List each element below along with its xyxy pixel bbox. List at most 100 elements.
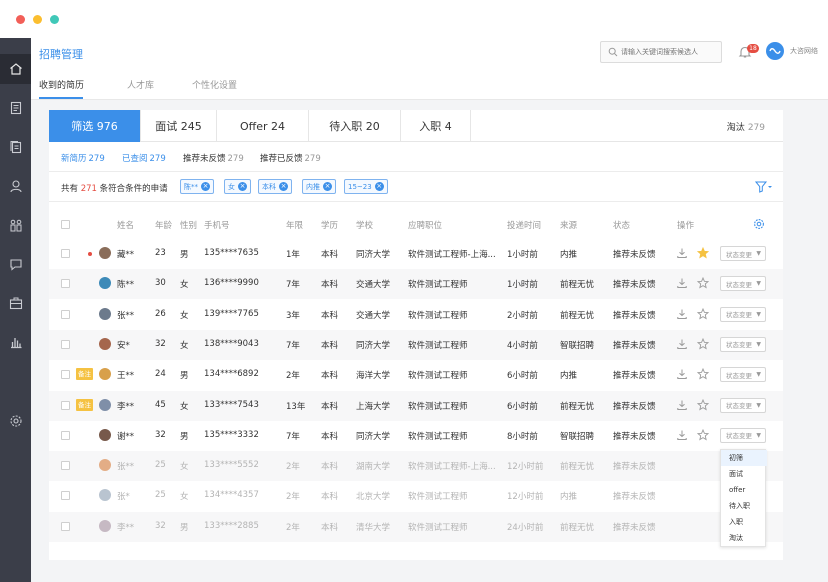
table-row[interactable]: 李** 32 男 133****2885 2年 本科 清华大学 软件测试工程师 24小时前 前程无… bbox=[49, 511, 783, 542]
stage-rejected[interactable]: 淘汰 279 bbox=[727, 120, 765, 133]
search-box[interactable] bbox=[600, 41, 722, 63]
download-icon[interactable] bbox=[676, 247, 688, 259]
close-icon[interactable]: × bbox=[323, 182, 332, 191]
status-option-screening[interactable]: 初筛 bbox=[721, 450, 767, 466]
star-icon[interactable] bbox=[697, 337, 709, 350]
status-option-interview[interactable]: 面试 bbox=[721, 466, 767, 482]
avatar[interactable] bbox=[99, 519, 111, 532]
avatar[interactable] bbox=[99, 398, 111, 411]
col-gender[interactable]: 性别 bbox=[180, 219, 197, 231]
tab-received-resumes[interactable]: 收到的简历 bbox=[39, 78, 84, 91]
filter-new-resumes[interactable]: 新简历 279 bbox=[61, 152, 105, 164]
cell-name[interactable]: 张* bbox=[117, 490, 130, 502]
status-change-button[interactable]: 状态变更 ▼ bbox=[720, 367, 766, 383]
col-age[interactable]: 年龄 bbox=[155, 219, 172, 231]
col-submit-time[interactable]: 投递时间 bbox=[507, 219, 541, 231]
filter-viewed[interactable]: 已查阅 279 bbox=[122, 152, 166, 164]
download-icon[interactable] bbox=[676, 338, 688, 350]
company-logo[interactable] bbox=[766, 42, 784, 60]
avatar[interactable] bbox=[99, 459, 111, 472]
row-checkbox[interactable] bbox=[61, 521, 70, 531]
avatar[interactable] bbox=[99, 489, 111, 502]
sidebar-item-team[interactable] bbox=[0, 210, 31, 240]
download-icon[interactable] bbox=[676, 368, 688, 380]
row-checkbox[interactable] bbox=[61, 309, 70, 319]
download-icon[interactable] bbox=[676, 429, 688, 441]
col-phone[interactable]: 手机号 bbox=[204, 219, 230, 231]
close-icon[interactable]: × bbox=[374, 182, 384, 191]
col-school[interactable]: 学校 bbox=[356, 219, 373, 231]
table-row[interactable]: 陈** 30 女 136****9990 7年 本科 交通大学 软件测试工程师 1小时前 前程无忧… bbox=[49, 269, 783, 300]
sidebar-item-messages[interactable] bbox=[0, 249, 31, 279]
star-icon[interactable] bbox=[697, 307, 709, 320]
stage-screening[interactable]: 筛选 976 bbox=[49, 110, 141, 142]
col-years[interactable]: 年限 bbox=[286, 219, 303, 231]
cell-name[interactable]: 李** bbox=[117, 521, 134, 533]
minimize-window-button[interactable] bbox=[33, 15, 42, 24]
table-row[interactable]: 藏** 23 男 135****7635 1年 本科 同济大学 软件测试工程师-上海... 1小… bbox=[49, 239, 783, 269]
sidebar-item-jobs[interactable] bbox=[0, 288, 31, 318]
sidebar-item-settings[interactable] bbox=[0, 406, 31, 436]
cell-name[interactable]: 陈** bbox=[117, 278, 134, 290]
status-change-button[interactable]: 状态变更 ▼ bbox=[720, 336, 766, 352]
close-icon[interactable]: × bbox=[201, 182, 210, 191]
cell-name[interactable]: 谢** bbox=[117, 430, 134, 442]
table-row[interactable]: 备注 王** 24 男 134****6892 2年 本科 海洋大学 软件测试工程师 6小时前 内推… bbox=[49, 360, 783, 390]
cell-name[interactable]: 张** bbox=[117, 309, 134, 321]
star-icon[interactable] bbox=[697, 398, 709, 411]
avatar[interactable] bbox=[99, 277, 111, 290]
tab-talent-pool[interactable]: 人才库 bbox=[127, 78, 154, 91]
cell-name[interactable]: 王** bbox=[117, 369, 134, 381]
table-row[interactable]: 张** 25 女 133****5552 2年 本科 湖南大学 软件测试工程师-上海... 12… bbox=[49, 451, 783, 482]
row-checkbox[interactable] bbox=[61, 370, 70, 380]
stage-onboarded[interactable]: 入职 4 bbox=[401, 110, 471, 142]
stage-interview[interactable]: 面试 245 bbox=[141, 110, 217, 142]
select-all-checkbox[interactable] bbox=[61, 220, 70, 229]
avatar[interactable] bbox=[99, 368, 111, 381]
sidebar-item-resumes[interactable] bbox=[0, 132, 31, 162]
download-icon[interactable] bbox=[676, 399, 688, 411]
status-change-button[interactable]: 状态变更 ▼ bbox=[720, 427, 766, 443]
filter-recommended-no-feedback[interactable]: 推荐未反馈 279 bbox=[183, 152, 244, 164]
filter-chip[interactable]: 本科 × bbox=[258, 179, 292, 194]
col-position[interactable]: 应聘职位 bbox=[408, 219, 442, 231]
star-icon[interactable] bbox=[697, 247, 709, 259]
download-icon[interactable] bbox=[676, 308, 688, 320]
row-checkbox[interactable] bbox=[61, 339, 70, 349]
status-option-onboarded[interactable]: 入职 bbox=[721, 514, 767, 530]
cell-name[interactable]: 李** bbox=[117, 400, 134, 412]
cell-name[interactable]: 藏** bbox=[117, 248, 134, 260]
status-option-pending-onboard[interactable]: 待入职 bbox=[721, 498, 767, 514]
row-checkbox[interactable] bbox=[61, 279, 70, 289]
table-row[interactable]: 谢** 32 男 135****3332 7年 本科 同济大学 软件测试工程师 8小时前 智联招聘… bbox=[49, 421, 783, 451]
status-change-button[interactable]: 状态变更 ▼ bbox=[720, 306, 766, 322]
row-checkbox[interactable] bbox=[61, 249, 70, 258]
avatar[interactable] bbox=[99, 247, 111, 259]
search-input[interactable] bbox=[621, 45, 719, 59]
col-name[interactable]: 姓名 bbox=[117, 219, 134, 231]
star-icon[interactable] bbox=[697, 277, 709, 289]
avatar[interactable] bbox=[99, 428, 111, 441]
sidebar-item-reports[interactable] bbox=[0, 327, 31, 357]
stage-pending-onboard[interactable]: 待入职 20 bbox=[309, 110, 401, 142]
close-icon[interactable]: × bbox=[279, 182, 288, 191]
status-change-button[interactable]: 状态变更 ▼ bbox=[720, 276, 766, 292]
status-change-button[interactable]: 状态变更 ▼ bbox=[720, 397, 766, 413]
tab-personal-settings[interactable]: 个性化设置 bbox=[192, 78, 237, 91]
sidebar-item-documents[interactable] bbox=[0, 93, 31, 123]
status-change-button[interactable]: 状态变更 ▼ bbox=[720, 246, 766, 261]
filter-funnel-icon[interactable] bbox=[755, 181, 773, 193]
maximize-window-button[interactable] bbox=[50, 15, 59, 24]
row-checkbox[interactable] bbox=[61, 461, 70, 471]
close-icon[interactable]: × bbox=[238, 182, 247, 191]
row-checkbox[interactable] bbox=[61, 400, 70, 410]
row-checkbox[interactable] bbox=[61, 491, 70, 501]
status-option-offer[interactable]: offer bbox=[721, 482, 767, 498]
note-tag[interactable]: 备注 bbox=[76, 398, 93, 411]
company-name[interactable]: 大咨网络 bbox=[790, 46, 818, 56]
note-tag[interactable]: 备注 bbox=[76, 368, 93, 381]
sidebar-item-home[interactable] bbox=[0, 54, 31, 84]
col-status[interactable]: 状态 bbox=[613, 219, 630, 231]
table-row[interactable]: 安* 32 女 138****9043 7年 本科 同济大学 软件测试工程师 4小时前 智联招聘 推… bbox=[49, 329, 783, 360]
filter-chip[interactable]: 15~23 × bbox=[344, 179, 388, 194]
